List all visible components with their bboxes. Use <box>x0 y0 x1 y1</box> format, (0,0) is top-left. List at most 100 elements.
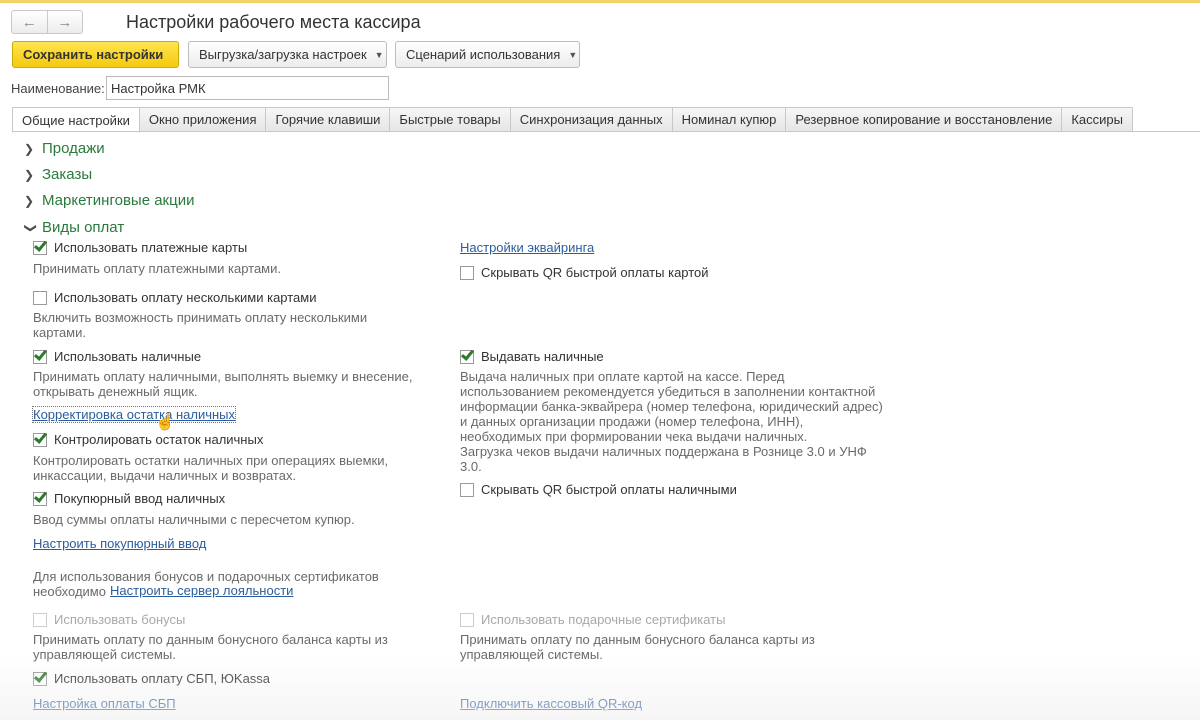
usage-scenario-label: Сценарий использования <box>406 47 561 62</box>
caret-down-icon: ▼ <box>374 49 384 60</box>
setup-denomination-link[interactable]: Настроить покупюрный ввод <box>33 536 206 551</box>
section-payments[interactable]: ❯ Виды оплат <box>24 219 124 236</box>
checkbox-box[interactable] <box>460 482 474 497</box>
tab-cashiers[interactable]: Кассиры <box>1062 107 1133 132</box>
control-cash-label: Контролировать остаток наличных <box>54 432 264 447</box>
section-marketing[interactable]: ❯ Маркетинговые акции <box>24 192 194 209</box>
check-icon <box>460 346 475 361</box>
hide-qr-card-label: Скрывать QR быстрой оплаты картой <box>481 265 709 280</box>
control-cash-checkbox[interactable]: Контролировать остаток наличных <box>33 429 264 447</box>
page-title: Настройки рабочего места кассира <box>126 12 421 32</box>
sbp-setup-link[interactable]: Настройка оплаты СБП <box>33 696 176 711</box>
acquiring-settings-link[interactable]: Настройки эквайринга <box>460 240 594 255</box>
tab-general[interactable]: Общие настройки <box>12 107 140 133</box>
check-icon <box>33 488 48 503</box>
navigation-buttons: ← → <box>11 10 83 34</box>
window-top-accent <box>0 0 1200 3</box>
cash-out-checkbox[interactable]: Выдавать наличные <box>460 346 604 364</box>
denomination-input-label: Покупюрный ввод наличных <box>54 491 226 506</box>
section-sales-label: Продажи <box>42 140 105 157</box>
checkbox-box[interactable] <box>460 346 475 364</box>
checkbox-box[interactable] <box>33 668 48 686</box>
tab-app-window[interactable]: Окно приложения <box>139 107 267 132</box>
check-icon <box>33 237 48 252</box>
tab-quick-products[interactable]: Быстрые товары <box>390 107 511 132</box>
use-cards-label: Использовать платежные карты <box>54 240 248 255</box>
checkbox-box[interactable] <box>33 346 48 364</box>
hide-qr-cash-label: Скрывать QR быстрой оплаты наличными <box>481 482 737 497</box>
check-icon <box>33 346 48 361</box>
tab-data-sync[interactable]: Синхронизация данных <box>510 107 673 132</box>
use-bonuses-checkbox[interactable]: Использовать бонусы <box>33 612 185 627</box>
loyalty-note-line1: Для использования бонусов и подарочных с… <box>33 569 379 584</box>
control-cash-description-line1: Контролировать остатки наличных при опер… <box>33 453 389 468</box>
forward-arrow-icon[interactable]: → <box>46 11 83 33</box>
tab-hotkeys[interactable]: Горячие клавиши <box>266 107 391 132</box>
denomination-input-checkbox[interactable]: Покупюрный ввод наличных <box>33 488 226 506</box>
tab-divider <box>12 131 1200 132</box>
check-icon <box>33 668 48 683</box>
cash-out-description-line2: использованием рекомендуется убедиться в… <box>460 384 876 399</box>
use-bonuses-description-line1: Принимать оплату по данным бонусного бал… <box>33 632 388 647</box>
tab-backup-restore[interactable]: Резервное копирование и восстановление <box>786 107 1063 132</box>
use-cash-description-line2: открывать денежный ящик. <box>33 384 198 399</box>
export-import-dropdown[interactable]: Выгрузка/загрузка настроек ▼ <box>188 41 387 68</box>
caret-down-icon: ▼ <box>568 49 578 60</box>
cash-correction-link[interactable]: Корректировка остатка наличных <box>31 406 237 423</box>
checkbox-box[interactable] <box>460 612 474 627</box>
section-marketing-label: Маркетинговые акции <box>42 192 195 209</box>
cash-out-description-line1: Выдача наличных при оплате картой на кас… <box>460 369 785 384</box>
name-input[interactable] <box>106 76 389 100</box>
multi-cards-description-line1: Включить возможность принимать оплату не… <box>33 310 368 325</box>
section-orders[interactable]: ❯ Заказы <box>24 166 92 183</box>
cash-out-description-line3: информации банка-эквайрера (номер телефо… <box>460 399 883 414</box>
use-cards-checkbox[interactable]: Использовать платежные карты <box>33 237 248 255</box>
checkbox-box[interactable] <box>33 290 47 305</box>
qr-connect-link[interactable]: Подключить кассовый QR-код <box>460 696 642 711</box>
cash-out-description-line6: Загрузка чеков выдачи наличных поддержан… <box>460 444 867 459</box>
section-payments-label: Виды оплат <box>42 219 125 236</box>
chevron-right-icon: ❯ <box>24 167 35 182</box>
section-orders-label: Заказы <box>42 166 93 183</box>
loyalty-server-link[interactable]: Настроить сервер лояльности <box>110 583 293 598</box>
use-gift-certs-label: Использовать подарочные сертификаты <box>481 612 726 627</box>
chevron-right-icon: ❯ <box>24 193 35 208</box>
denomination-input-description: Ввод суммы оплаты наличными с пересчетом… <box>33 512 355 527</box>
save-settings-label: Сохранить настройки <box>23 47 164 62</box>
section-sales[interactable]: ❯ Продажи <box>24 140 105 157</box>
chevron-down-icon: ❯ <box>24 222 38 233</box>
hide-qr-card-checkbox[interactable]: Скрывать QR быстрой оплаты картой <box>460 265 709 280</box>
use-sbp-label: Использовать оплату СБП, ЮKassa <box>54 671 271 686</box>
use-cash-label: Использовать наличные <box>54 349 202 364</box>
hand-cursor-icon: ☝ <box>155 414 175 431</box>
multi-cards-label: Использовать оплату несколькими картами <box>54 290 317 305</box>
name-label: Наименование: <box>11 81 105 96</box>
cash-out-label: Выдавать наличные <box>481 349 604 364</box>
checkbox-box[interactable] <box>33 612 47 627</box>
chevron-right-icon: ❯ <box>24 141 35 156</box>
cash-out-description-line4: и данных организации продажи (номер теле… <box>460 414 804 429</box>
checkbox-box[interactable] <box>33 488 48 506</box>
use-cards-description: Принимать оплату платежными картами. <box>33 261 281 276</box>
tab-denominations[interactable]: Номинал купюр <box>672 107 787 132</box>
cash-out-description-line7: 3.0. <box>460 459 482 474</box>
use-sbp-checkbox[interactable]: Использовать оплату СБП, ЮKassa <box>33 668 271 686</box>
checkbox-box[interactable] <box>460 265 474 280</box>
use-bonuses-label: Использовать бонусы <box>54 612 186 627</box>
use-gift-certs-description-line2: управляющей системы. <box>460 647 603 662</box>
control-cash-description-line2: инкассации, выдачи наличных и возвратах. <box>33 468 297 483</box>
cash-out-description-line5: необходимых при формировании чека выдачи… <box>460 429 808 444</box>
multi-cards-description-line2: картами. <box>33 325 86 340</box>
use-cash-checkbox[interactable]: Использовать наличные <box>33 346 202 364</box>
checkbox-box[interactable] <box>33 429 48 447</box>
back-arrow-icon[interactable]: ← <box>12 11 47 33</box>
use-gift-certs-description-line1: Принимать оплату по данным бонусного бал… <box>460 632 815 647</box>
tab-bar: Общие настройки Окно приложения Горячие … <box>12 107 1133 133</box>
usage-scenario-dropdown[interactable]: Сценарий использования ▼ <box>395 41 580 68</box>
loyalty-note-line2: необходимо <box>33 584 106 599</box>
use-gift-certs-checkbox[interactable]: Использовать подарочные сертификаты <box>460 612 725 627</box>
checkbox-box[interactable] <box>33 237 48 255</box>
multi-cards-checkbox[interactable]: Использовать оплату несколькими картами <box>33 290 316 305</box>
hide-qr-cash-checkbox[interactable]: Скрывать QR быстрой оплаты наличными <box>460 482 737 497</box>
save-settings-button[interactable]: Сохранить настройки <box>12 41 179 68</box>
